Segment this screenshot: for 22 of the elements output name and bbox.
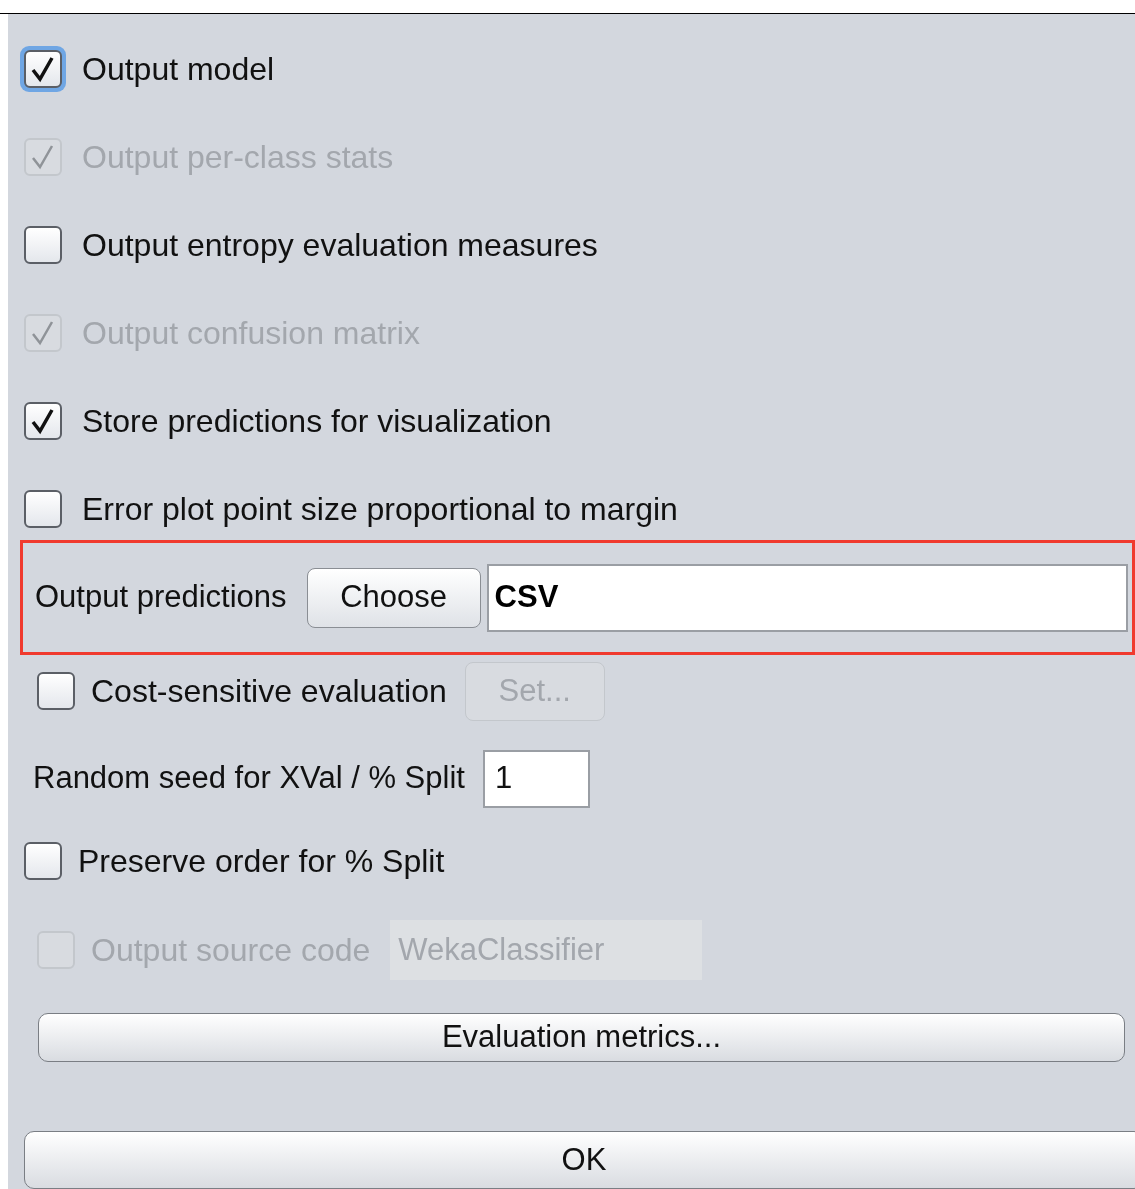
checkbox[interactable]	[24, 402, 62, 440]
checkbox[interactable]	[37, 672, 75, 710]
evaluation-metrics-button[interactable]: Evaluation metrics...	[38, 1013, 1125, 1062]
checkmark-icon	[30, 407, 56, 435]
checkbox-label: Store predictions for visualization	[82, 402, 552, 441]
checkbox-label: Preserve order for % Split	[78, 842, 445, 881]
input-field[interactable]: CSV	[486, 563, 1128, 632]
checkbox-label: Output entropy evaluation measures	[82, 226, 598, 265]
checkbox-label: Output model	[82, 50, 275, 89]
checkmark-icon	[30, 143, 56, 171]
checkmark-icon	[30, 55, 56, 83]
field-label: Random seed for XVal / % Split	[33, 759, 465, 798]
choose-button[interactable]: Choose	[306, 567, 481, 628]
input-field[interactable]: 1	[482, 749, 590, 808]
checkbox[interactable]	[24, 842, 62, 880]
checkmark-icon	[30, 319, 56, 347]
checkbox[interactable]	[24, 490, 62, 528]
ok-button[interactable]: OK	[24, 1131, 1135, 1189]
checkbox-label: Cost-sensitive evaluation	[91, 672, 447, 711]
checkbox-label: Error plot point size proportional to margin	[82, 490, 678, 529]
field-label: Output predictions	[35, 578, 287, 617]
checkbox[interactable]	[24, 226, 62, 264]
